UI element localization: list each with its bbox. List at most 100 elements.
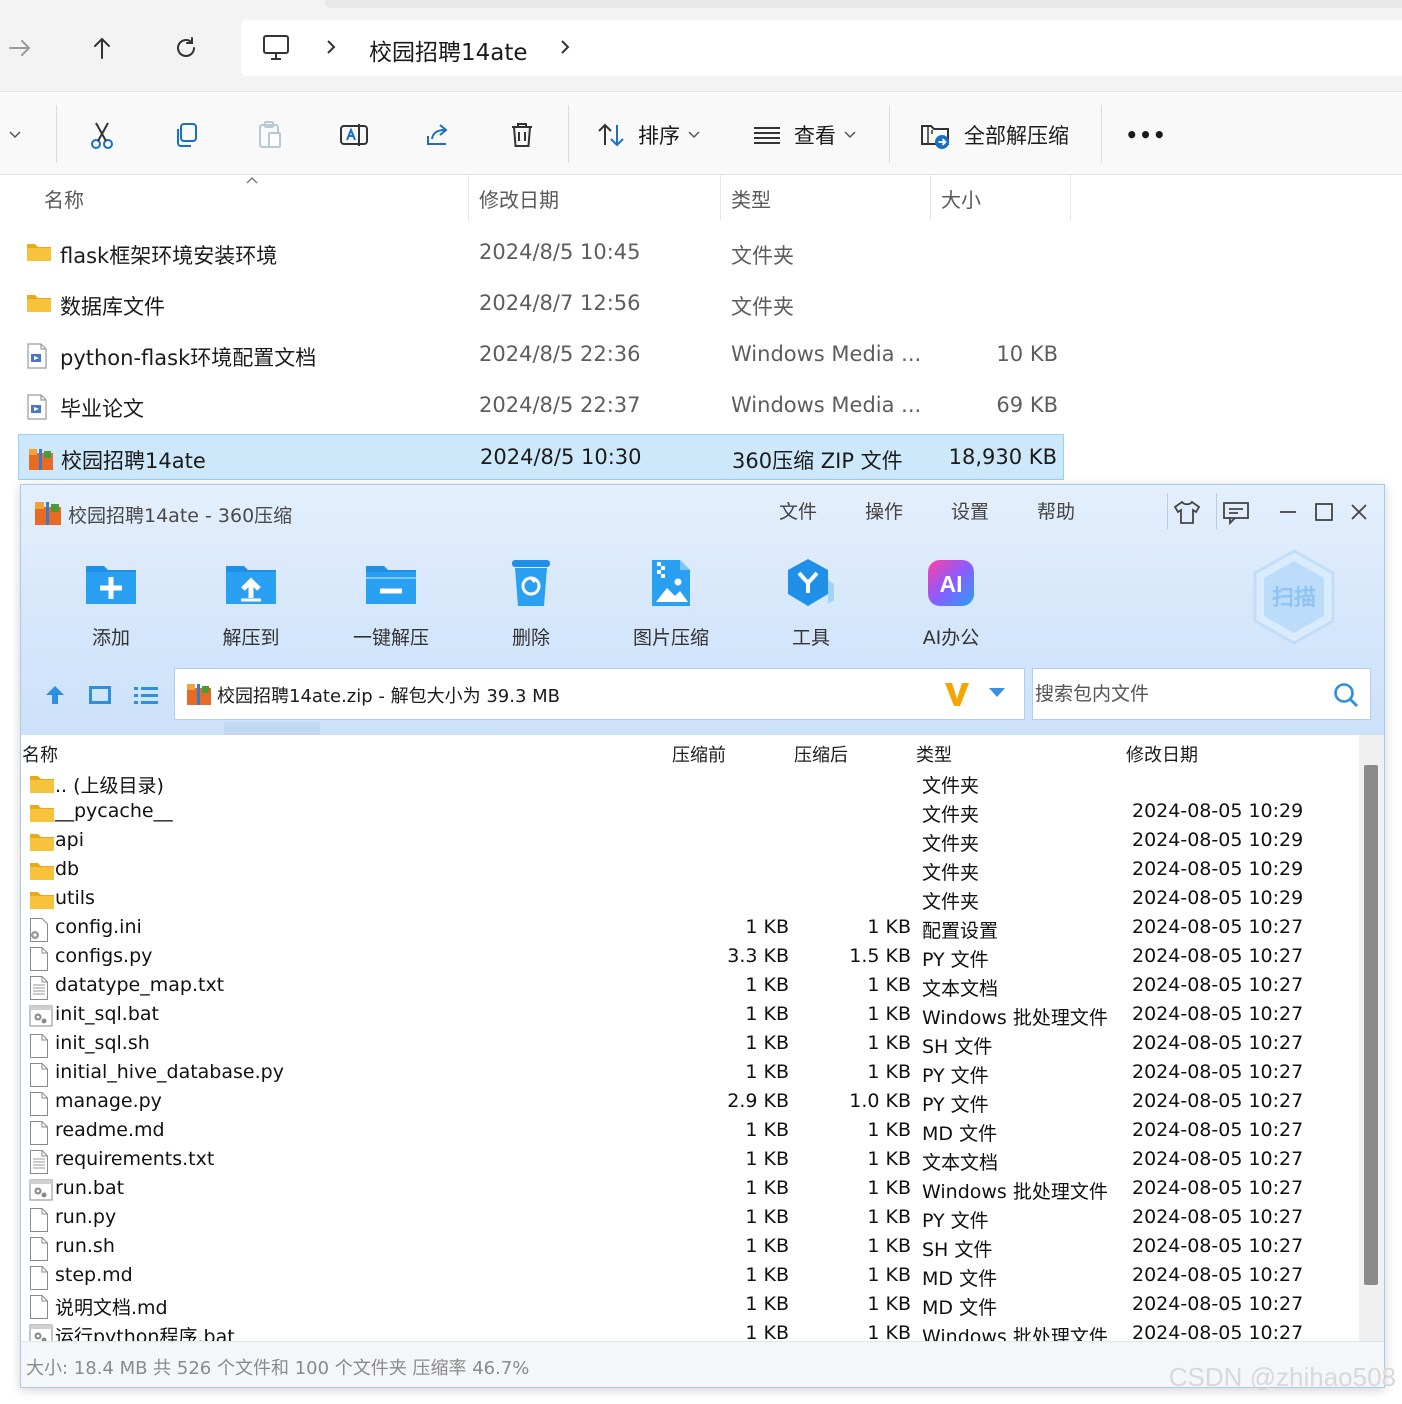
archive-file-row[interactable]: datatype_map.txt 1 KB 1 KB 文本文档 2024-08-05 1…: [21, 972, 1361, 1001]
column-header-after[interactable]: 压缩后: [794, 741, 848, 767]
column-header-date[interactable]: 修改日期: [479, 175, 559, 221]
archive-file-row[interactable]: run.py 1 KB 1 KB PY 文件 2024-08-05 10:27: [21, 1204, 1361, 1233]
copy-button[interactable]: [166, 115, 206, 155]
folder-icon: [29, 889, 55, 915]
column-header-type[interactable]: 类型: [731, 175, 771, 221]
archive-file-name: initial_hive_database.py: [55, 1061, 284, 1083]
tool-delete[interactable]: 删除: [481, 553, 581, 650]
tool-add[interactable]: 添加: [61, 553, 161, 650]
archive-file-row[interactable]: 运行python程序.bat 1 KB 1 KB Windows 批处理文件 2024-…: [21, 1320, 1361, 1341]
archive-file-row[interactable]: config.ini 1 KB 1 KB 配置设置 2024-08-05 10:27: [21, 914, 1361, 943]
tool-label: 解压到: [222, 627, 280, 649]
maximize-icon: [1315, 503, 1333, 521]
archive-file-list[interactable]: .. (上级目录) 文件夹 __pycache__ 文件夹 2024-08-05 10:…: [21, 769, 1361, 1341]
close-button[interactable]: [1342, 495, 1376, 529]
scrollbar-thumb[interactable]: [1364, 765, 1378, 1285]
refresh-button[interactable]: [166, 28, 206, 68]
maximize-button[interactable]: [1307, 495, 1341, 529]
minimize-icon: [1280, 511, 1296, 513]
sort-button[interactable]: 排序: [596, 115, 700, 155]
archive-file-row[interactable]: requirements.txt 1 KB 1 KB 文本文档 2024-08-05 1…: [21, 1146, 1361, 1175]
column-divider[interactable]: [468, 175, 469, 221]
skin-button[interactable]: [1170, 495, 1204, 529]
archive-file-date: 2024-08-05 10:27: [1132, 1206, 1304, 1228]
column-header-name[interactable]: 名称: [44, 175, 84, 221]
column-header-size[interactable]: 大小: [941, 175, 981, 221]
menu-file[interactable]: 文件: [779, 497, 817, 524]
tool-tools[interactable]: 工具: [761, 553, 861, 650]
tool-image-compress[interactable]: 图片压缩: [621, 553, 721, 650]
minimize-button[interactable]: [1271, 495, 1305, 529]
archive-path-field[interactable]: 校园招聘14ate.zip - 解包大小为 39.3 MB: [174, 668, 1025, 720]
tool-ai-office[interactable]: AI AI办公: [901, 553, 1001, 650]
archive-file-row[interactable]: utils 文件夹 2024-08-05 10:29: [21, 885, 1361, 914]
parent-folder-button[interactable]: [40, 680, 70, 710]
archive-file-row[interactable]: run.bat 1 KB 1 KB Windows 批处理文件 2024-08-05 1…: [21, 1175, 1361, 1204]
column-header-label: 名称: [44, 187, 84, 212]
view-button[interactable]: 查看: [752, 115, 856, 155]
list-view-button[interactable]: [131, 680, 161, 710]
menu-settings[interactable]: 设置: [951, 497, 989, 524]
archive-file-date: 2024-08-05 10:27: [1132, 945, 1304, 967]
archive-file-name: configs.py: [55, 945, 153, 967]
extract-all-button[interactable]: 全部解压缩: [920, 115, 1069, 155]
file-row[interactable]: python-flask环境配置文档 2024/8/5 22:36 Windows …: [18, 332, 1064, 378]
archive-file-row[interactable]: init_sql.bat 1 KB 1 KB Windows 批处理文件 2024-08…: [21, 1001, 1361, 1030]
column-header-name[interactable]: 名称: [22, 741, 58, 767]
up-button[interactable]: [82, 28, 122, 68]
rename-button[interactable]: [334, 115, 374, 155]
path-dropdown-button[interactable]: [987, 685, 1007, 704]
scan-button[interactable]: 扫描: [1249, 547, 1339, 647]
text-file-icon: [29, 976, 49, 1004]
more-options-button[interactable]: •••: [1124, 115, 1168, 155]
file-row[interactable]: 毕业论文 2024/8/5 22:37 Windows Media ... 69 KB: [18, 383, 1064, 429]
thumbnail-view-button[interactable]: [85, 680, 115, 710]
share-button[interactable]: [418, 115, 458, 155]
file-size: 69 KB: [996, 393, 1058, 417]
file-row[interactable]: 校园招聘14ate 2024/8/5 10:30 360压缩 ZIP 文件 18,93…: [18, 434, 1064, 480]
paste-button[interactable]: [250, 115, 290, 155]
archive-search-box[interactable]: [1032, 668, 1371, 720]
archive-file-row[interactable]: 说明文档.md 1 KB 1 KB MD 文件 2024-08-05 10:27: [21, 1291, 1361, 1320]
archive-file-row[interactable]: db 文件夹 2024-08-05 10:29: [21, 856, 1361, 885]
breadcrumb-current-folder[interactable]: 校园招聘14ate: [369, 33, 528, 67]
archive-size-after: 1 KB: [867, 1264, 911, 1286]
forward-button[interactable]: [0, 28, 40, 68]
tool-extract-to[interactable]: 解压到: [201, 553, 301, 650]
column-divider[interactable]: [1070, 175, 1071, 221]
column-divider[interactable]: [720, 175, 721, 221]
column-header-before[interactable]: 压缩前: [672, 741, 726, 767]
archive-file-row[interactable]: manage.py 2.9 KB 1.0 KB PY 文件 2024-08-05 10:…: [21, 1088, 1361, 1117]
cut-button[interactable]: [82, 115, 122, 155]
tool-one-click-extract[interactable]: 一键解压: [341, 553, 441, 650]
menu-help[interactable]: 帮助: [1037, 497, 1075, 524]
zip-window-title: 校园招聘14ate - 360压缩: [68, 505, 293, 527]
divider: [1167, 493, 1168, 529]
chevron-right-icon[interactable]: [557, 37, 573, 61]
archive-file-row[interactable]: .. (上级目录) 文件夹: [21, 769, 1361, 798]
column-header-type[interactable]: 类型: [916, 741, 952, 767]
archive-file-row[interactable]: configs.py 3.3 KB 1.5 KB PY 文件 2024-08-05 10…: [21, 943, 1361, 972]
feedback-button[interactable]: [1219, 495, 1253, 529]
delete-button[interactable]: [502, 115, 542, 155]
archive-file-row[interactable]: step.md 1 KB 1 KB MD 文件 2024-08-05 10:27: [21, 1262, 1361, 1291]
archive-file-row[interactable]: readme.md 1 KB 1 KB MD 文件 2024-08-05 10:27: [21, 1117, 1361, 1146]
new-menu-button[interactable]: [0, 115, 30, 155]
archive-file-row[interactable]: run.sh 1 KB 1 KB SH 文件 2024-08-05 10:27: [21, 1233, 1361, 1262]
archive-search-input[interactable]: [1035, 669, 1325, 719]
chevron-right-icon[interactable]: [323, 37, 339, 61]
menu-operate[interactable]: 操作: [865, 497, 903, 524]
vertical-scrollbar[interactable]: [1359, 735, 1384, 1341]
address-bar[interactable]: 校园招聘14ate: [241, 20, 1402, 76]
archive-file-row[interactable]: __pycache__ 文件夹 2024-08-05 10:29: [21, 798, 1361, 827]
column-header-date[interactable]: 修改日期: [1126, 741, 1198, 767]
file-row[interactable]: flask框架环境安装环境 2024/8/5 10:45 文件夹: [18, 230, 1064, 276]
archive-file-row[interactable]: api 文件夹 2024-08-05 10:29: [21, 827, 1361, 856]
archive-size-before: 1 KB: [745, 1293, 789, 1315]
archive-file-row[interactable]: init_sql.sh 1 KB 1 KB SH 文件 2024-08-05 10:27: [21, 1030, 1361, 1059]
column-divider[interactable]: [930, 175, 931, 221]
file-row[interactable]: 数据库文件 2024/8/7 12:56 文件夹: [18, 281, 1064, 327]
v-logo-icon[interactable]: [943, 679, 971, 713]
archive-file-row[interactable]: initial_hive_database.py 1 KB 1 KB PY 文件 202…: [21, 1059, 1361, 1088]
search-icon[interactable]: [1332, 681, 1360, 713]
